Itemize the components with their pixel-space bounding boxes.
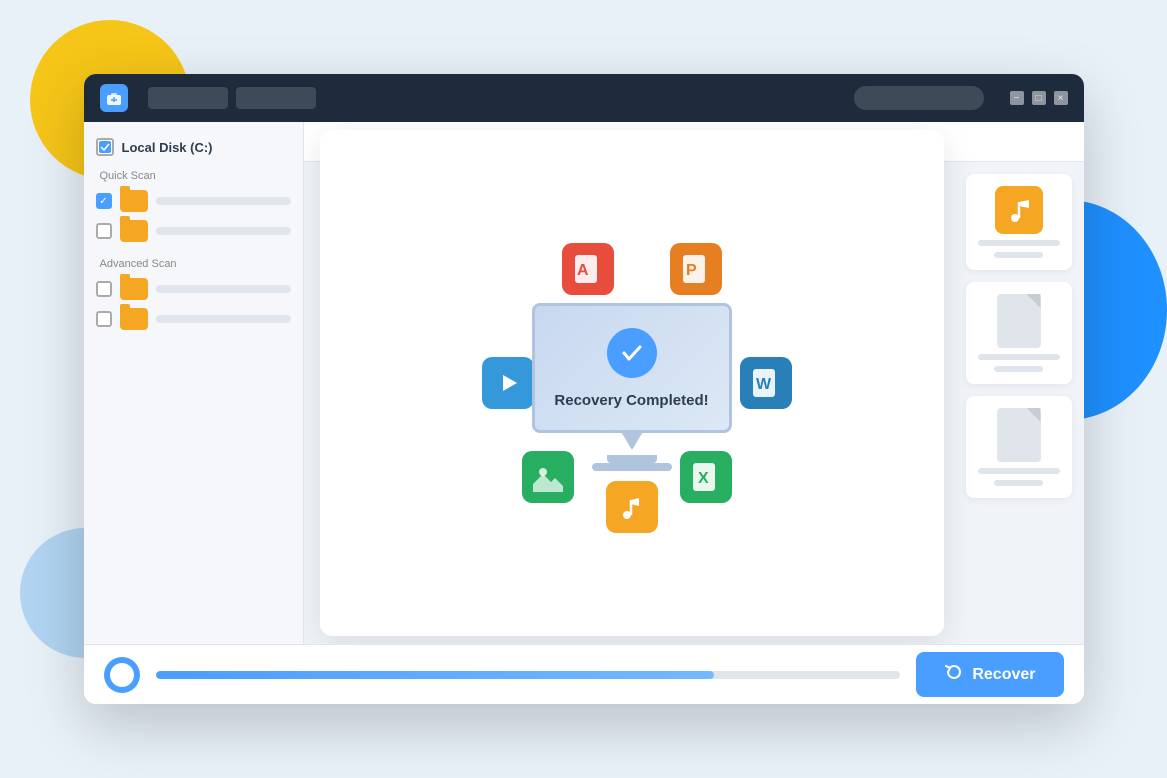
progress-circle-inner <box>110 663 134 687</box>
maximize-button[interactable]: □ <box>1032 91 1046 105</box>
monitor-stand <box>607 455 657 463</box>
svg-text:X: X <box>698 470 709 487</box>
file-grid <box>954 162 1084 644</box>
monitor-area: A P W <box>462 223 802 543</box>
file-icon-doc1 <box>997 294 1041 348</box>
advanced-scan-item-2 <box>96 308 291 330</box>
folder-bar-2 <box>156 227 291 235</box>
folder-icon-4 <box>120 308 148 330</box>
pdf-file-icon: A <box>562 243 614 295</box>
file-card-doc1 <box>966 282 1072 384</box>
folder-bar-4 <box>156 315 291 323</box>
title-tab-1 <box>148 87 228 109</box>
advanced-scan-item-1 <box>96 278 291 300</box>
folder-icon-2 <box>120 220 148 242</box>
file-card-music <box>966 174 1072 270</box>
file-icon-music <box>995 186 1043 234</box>
file-bar-3b <box>994 480 1043 486</box>
recovery-completed-text: Recovery Completed! <box>554 392 708 409</box>
file-bar-1b <box>994 252 1043 258</box>
svg-text:P: P <box>686 262 697 279</box>
disk-checkbox[interactable] <box>96 138 114 156</box>
word-file-icon: W <box>740 357 792 409</box>
app-body: Local Disk (C:) Quick Scan ✓ Advanced Sc… <box>84 122 1084 644</box>
close-button[interactable]: × <box>1054 91 1068 105</box>
title-tab-2 <box>236 87 316 109</box>
quick-scan-checkbox-1[interactable]: ✓ <box>96 193 112 209</box>
file-card-doc2 <box>966 396 1072 498</box>
minimize-button[interactable]: − <box>1010 91 1024 105</box>
file-bar-2b <box>994 366 1043 372</box>
advanced-scan-section: Advanced Scan <box>96 258 291 330</box>
quick-scan-section: Quick Scan ✓ <box>96 170 291 242</box>
monitor-screen: Recovery Completed! <box>532 303 732 433</box>
bottom-bar: Recover <box>84 644 1084 704</box>
recover-icon <box>944 662 964 687</box>
file-icon-doc2 <box>997 408 1041 462</box>
recover-button[interactable]: Recover <box>916 652 1063 697</box>
progress-bar-container <box>156 671 901 679</box>
recover-button-label: Recover <box>972 666 1035 684</box>
svg-text:W: W <box>756 376 772 393</box>
title-bar: − □ × <box>84 74 1084 122</box>
file-bar-3a <box>978 468 1060 474</box>
title-bar-tabs <box>148 87 316 109</box>
video-file-icon <box>482 357 534 409</box>
progress-circle <box>104 657 140 693</box>
file-bar-2a <box>978 354 1060 360</box>
advanced-scan-checkbox-1[interactable] <box>96 281 112 297</box>
folder-bar-3 <box>156 285 291 293</box>
monitor-base <box>592 463 672 471</box>
ppt-file-icon: P <box>670 243 722 295</box>
app-window: − □ × Local Disk (C:) Quick Scan ✓ <box>84 74 1084 704</box>
disk-name: Local Disk (C:) <box>122 140 213 155</box>
app-logo <box>100 84 128 112</box>
file-bar-1a <box>978 240 1060 246</box>
disk-label: Local Disk (C:) <box>96 138 291 156</box>
quick-scan-title: Quick Scan <box>96 170 291 182</box>
title-bar-search <box>854 86 984 110</box>
quick-scan-item-1: ✓ <box>96 190 291 212</box>
check-circle <box>607 328 657 378</box>
music-float-icon <box>606 481 658 533</box>
progress-bar-fill <box>156 671 715 679</box>
folder-bar-1 <box>156 197 291 205</box>
quick-scan-item-2 <box>96 220 291 242</box>
content-area: All Files <box>304 122 1084 644</box>
monitor-shape: Recovery Completed! <box>532 303 732 463</box>
quick-scan-checkbox-2[interactable] <box>96 223 112 239</box>
advanced-scan-checkbox-2[interactable] <box>96 311 112 327</box>
folder-icon-1 <box>120 190 148 212</box>
folder-icon-3 <box>120 278 148 300</box>
advanced-scan-title: Advanced Scan <box>96 258 291 270</box>
recovery-modal: A P W <box>320 130 944 636</box>
svg-text:A: A <box>577 262 589 279</box>
sidebar: Local Disk (C:) Quick Scan ✓ Advanced Sc… <box>84 122 304 644</box>
title-bar-controls: − □ × <box>1010 91 1068 105</box>
